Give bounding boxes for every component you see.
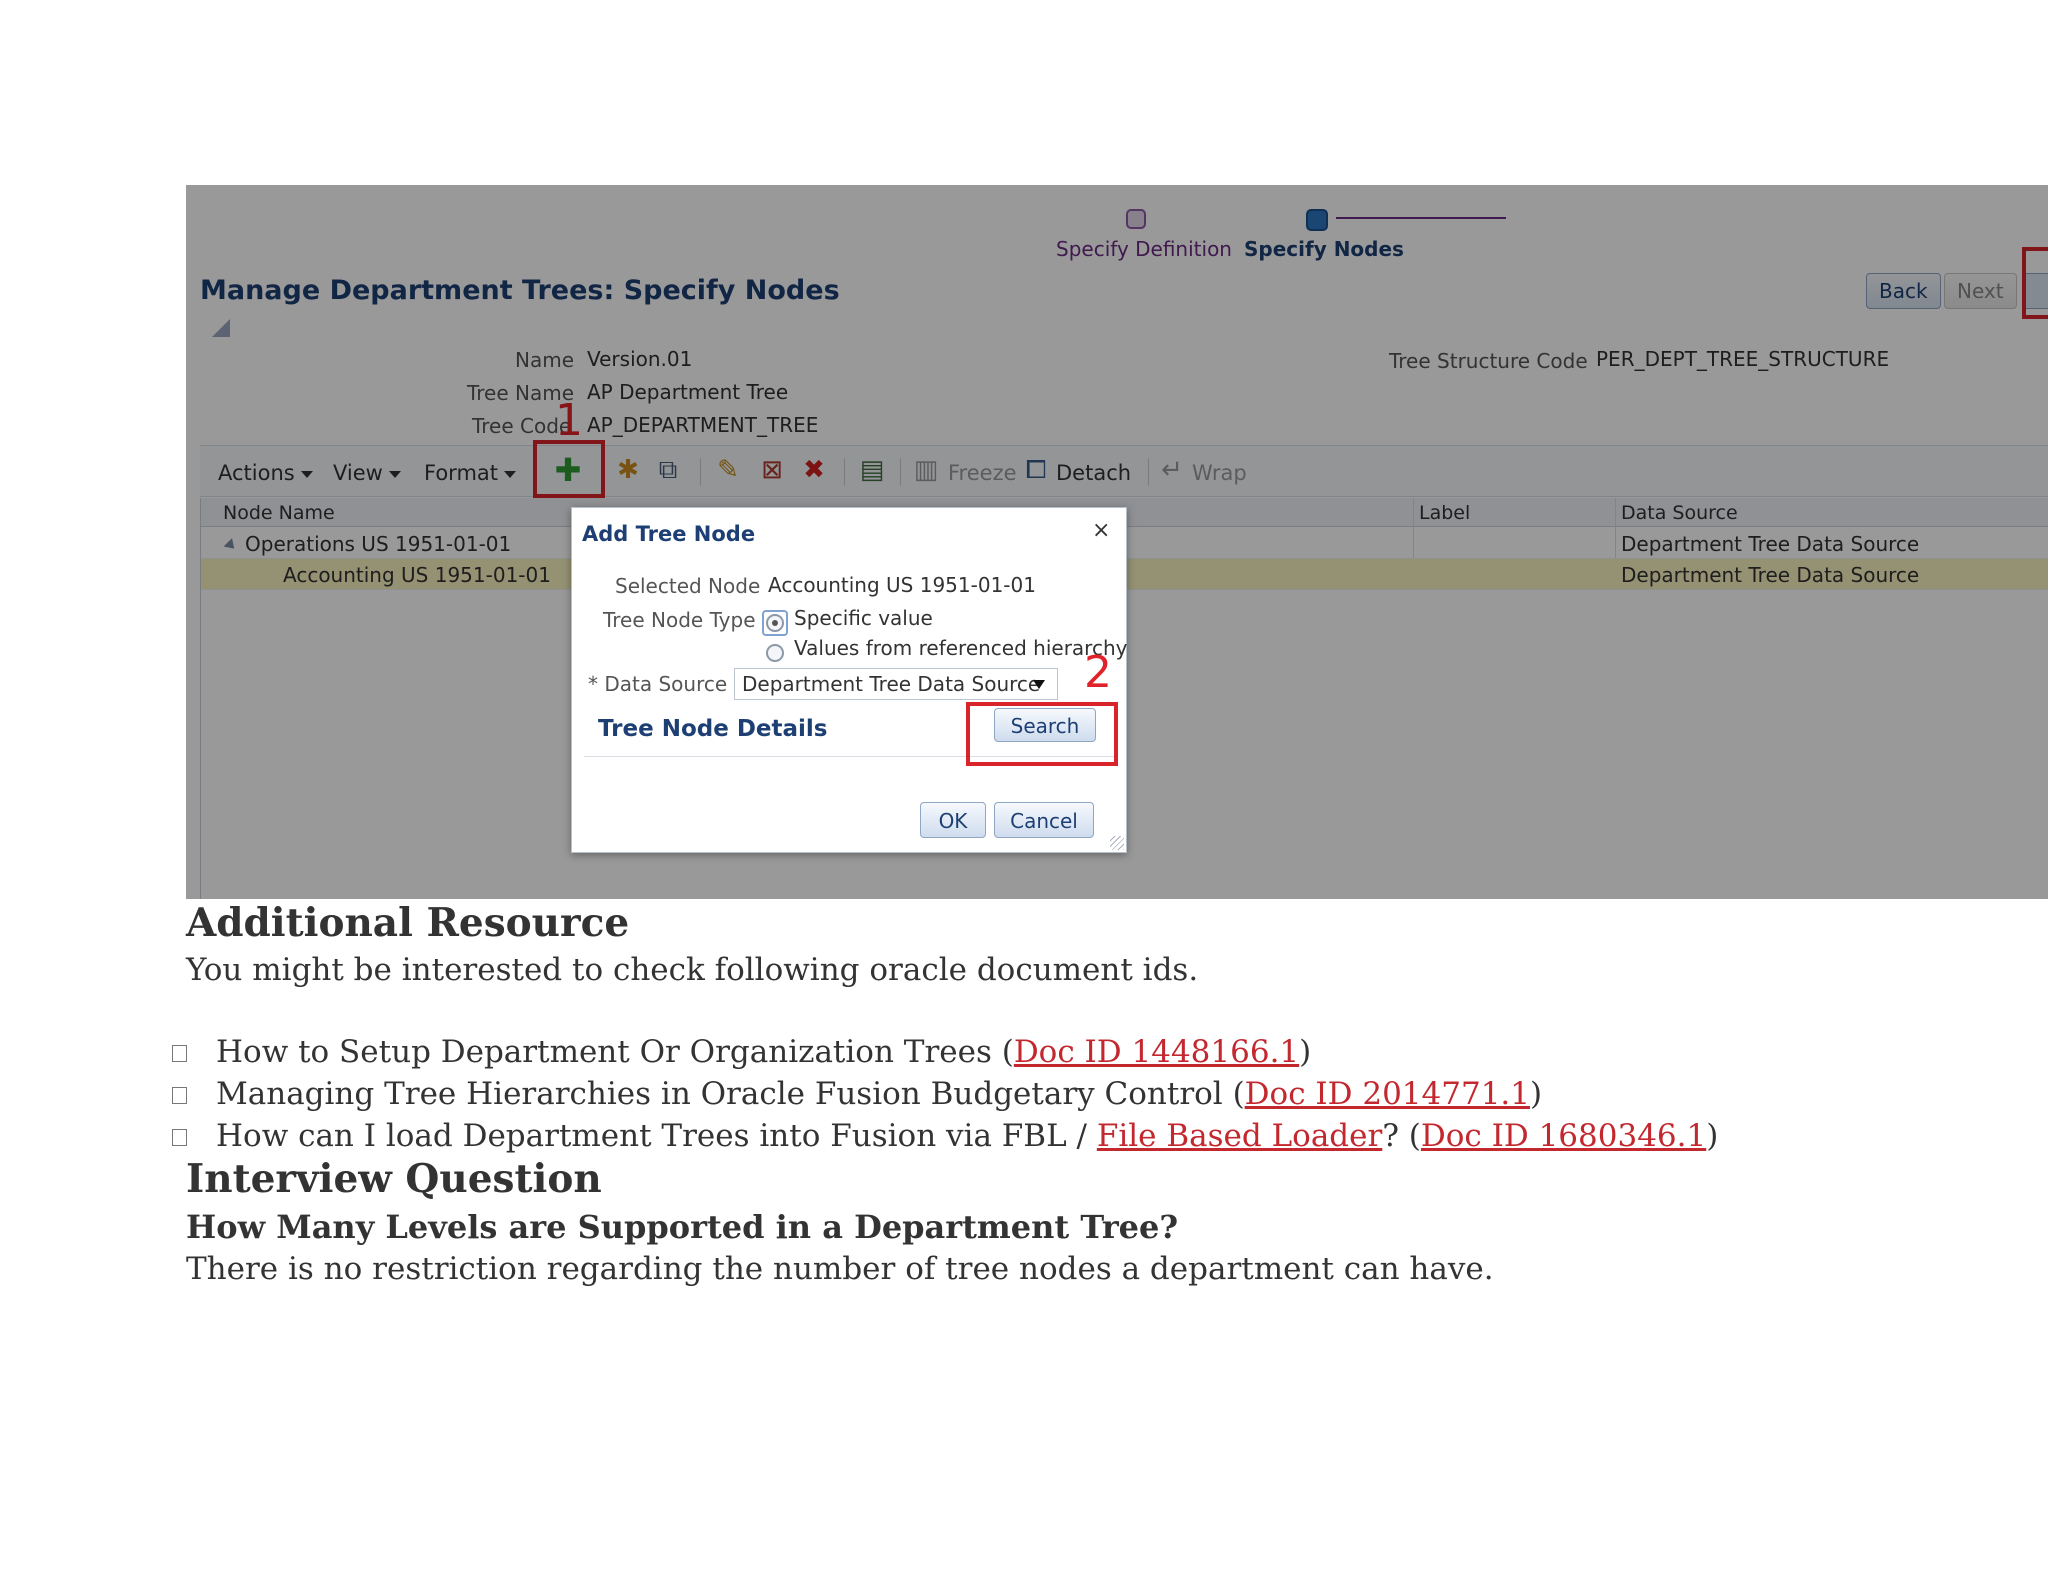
annotation-marker-2: 2	[1084, 647, 1112, 698]
list-item-suffix: )	[1706, 1118, 1719, 1154]
list-item-text: How can I load Department Trees into Fus…	[216, 1118, 1097, 1154]
option-specific-value[interactable]: Specific value	[794, 606, 933, 630]
doc-link[interactable]: Doc ID 2014771.1	[1245, 1076, 1530, 1112]
radio-referenced-hierarchy[interactable]	[766, 644, 784, 662]
bullet-icon	[172, 1087, 187, 1104]
question-heading: How Many Levels are Supported in a Depar…	[186, 1208, 1179, 1246]
add-tree-node-dialog: Add Tree Node × Selected Node Accounting…	[571, 507, 1127, 853]
list-item-suffix: )	[1299, 1034, 1312, 1070]
heading-additional-resource: Additional Resource	[186, 900, 630, 946]
file-based-loader-link[interactable]: File Based Loader	[1097, 1118, 1383, 1154]
dropdown-arrow-icon	[1033, 680, 1045, 689]
resize-grip-icon[interactable]	[1110, 836, 1124, 850]
answer-paragraph: There is no restriction regarding the nu…	[186, 1251, 1494, 1287]
list-item-suffix: )	[1530, 1076, 1543, 1112]
cancel-button[interactable]: Cancel	[994, 802, 1094, 838]
list-item: How to Setup Department Or Organization …	[216, 1034, 1311, 1070]
bullet-icon	[172, 1045, 187, 1062]
intro-paragraph: You might be interested to check followi…	[186, 952, 1199, 988]
data-source-label: * Data Source	[588, 672, 728, 696]
data-source-select[interactable]: Department Tree Data Source	[734, 668, 1058, 700]
tree-node-details-heading: Tree Node Details	[598, 716, 828, 742]
selected-node-value: Accounting US 1951-01-01	[768, 573, 1036, 597]
list-item: Managing Tree Hierarchies in Oracle Fusi…	[216, 1076, 1542, 1112]
doc-link[interactable]: Doc ID 1448166.1	[1014, 1034, 1299, 1070]
oracle-screenshot: Specify Definition Specify Nodes Manage …	[186, 185, 2048, 899]
close-icon[interactable]: ×	[1092, 518, 1110, 543]
annotation-box-search	[966, 702, 1118, 766]
radio-specific-value[interactable]	[766, 614, 784, 632]
list-item-middle: ? (	[1382, 1118, 1421, 1154]
dialog-title: Add Tree Node	[582, 522, 756, 546]
heading-interview-question: Interview Question	[186, 1156, 602, 1202]
selected-node-label: Selected Node	[615, 574, 761, 598]
tree-node-type-label: Tree Node Type	[603, 608, 756, 632]
list-item-text: Managing Tree Hierarchies in Oracle Fusi…	[216, 1076, 1245, 1112]
ok-button[interactable]: OK	[920, 802, 986, 838]
list-item-text: How to Setup Department Or Organization …	[216, 1034, 1014, 1070]
data-source-select-value: Department Tree Data Source	[742, 672, 1041, 696]
list-item: How can I load Department Trees into Fus…	[216, 1118, 1718, 1154]
bullet-icon	[172, 1129, 187, 1146]
option-referenced-hierarchy[interactable]: Values from referenced hierarchy	[794, 636, 1127, 660]
doc-link[interactable]: Doc ID 1680346.1	[1421, 1118, 1706, 1154]
